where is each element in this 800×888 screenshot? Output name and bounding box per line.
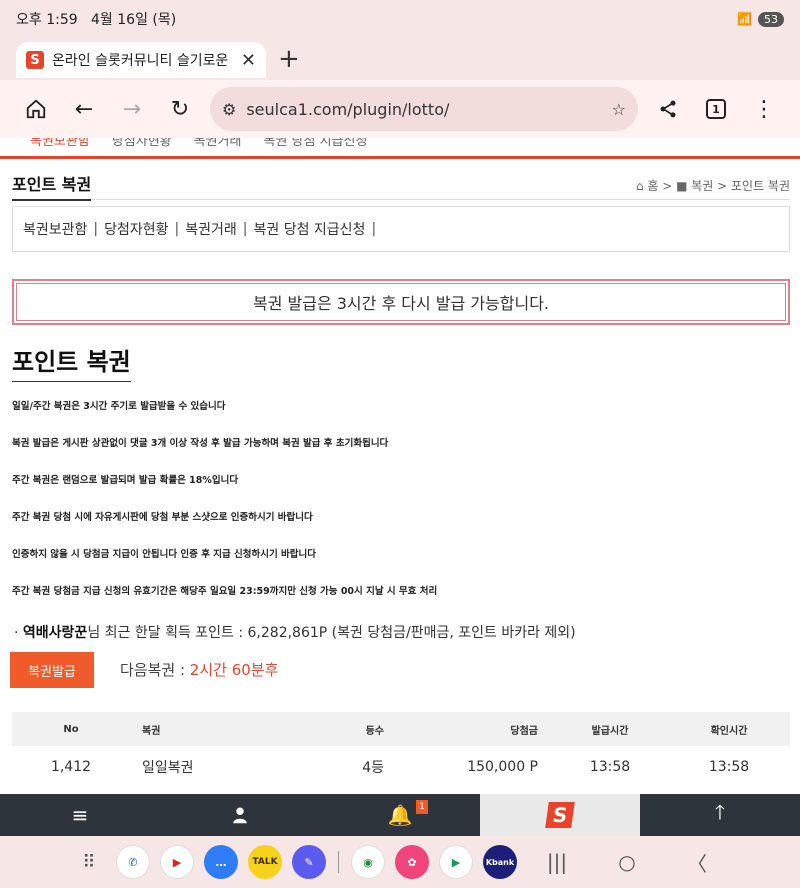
col-rank: 등수	[365, 725, 384, 737]
nav-item-winners[interactable]: 당첨자현황	[112, 138, 172, 152]
profile-button[interactable]	[160, 794, 320, 836]
notes-app-icon[interactable]: ✎	[292, 845, 326, 879]
scroll-top-button[interactable]: 🡑	[640, 794, 800, 836]
home-icon[interactable]	[12, 85, 60, 133]
user-icon	[233, 807, 247, 824]
site-logo-icon: S	[545, 802, 575, 828]
site-favicon-icon: S	[26, 51, 44, 69]
back-nav-icon[interactable]: 〈	[667, 848, 727, 877]
breadcrumb-row: 포인트 복권 ⌂ 홈 > ■ 복권 > 포인트 복권	[12, 171, 790, 201]
wifi-icon: 📶	[737, 12, 752, 26]
nav-item-storage[interactable]: 복권보관함	[30, 138, 90, 152]
gallery-app-icon[interactable]: ✿	[395, 845, 429, 879]
rule-item: 일일/주간 복권은 3시간 주기로 발급받을 수 있습니다	[12, 401, 226, 412]
table-row[interactable]: 1,412 일일복권 4등 150,000 P 13:58 13:58	[12, 746, 790, 788]
table-header: No 복권 등수 당첨금 발급시간 확인시간	[12, 712, 790, 746]
next-lotto-time: 2시간 60분후	[189, 661, 279, 679]
menu-button[interactable]: ≡	[0, 794, 160, 836]
kbank-app-icon[interactable]: Kbank	[483, 845, 517, 879]
close-tab-icon[interactable]: ✕	[241, 50, 256, 71]
breadcrumb: ⌂ 홈 > ■ 복권 > 포인트 복권	[635, 179, 790, 193]
site-settings-icon[interactable]: ⚙	[222, 100, 236, 119]
status-time: 오후 1:59	[16, 12, 78, 28]
col-lotto: 복권	[142, 725, 161, 737]
browser-toolbar: ← → ↻ ⚙ seulca1.com/plugin/lotto/ ☆ 1 ⋮	[0, 80, 800, 138]
back-icon[interactable]: ←	[60, 85, 108, 133]
more-menu-icon[interactable]: ⋮	[740, 85, 788, 133]
new-tab-icon[interactable]: +	[278, 44, 300, 74]
col-no: No	[63, 723, 79, 735]
notifications-button[interactable]: 🔔 1	[320, 794, 480, 836]
dock-divider	[338, 851, 339, 873]
reload-icon[interactable]: ↻	[156, 85, 204, 133]
home-nav-icon[interactable]: ○	[597, 850, 657, 874]
col-issued: 발급시간	[591, 725, 629, 737]
rule-item: 복권 발급은 게시판 상관없이 댓글 3개 이상 작성 후 발급 가능하며 복권…	[12, 438, 389, 449]
submenu-item-winners[interactable]: 당첨자현황	[104, 219, 168, 239]
submenu-item-trade[interactable]: 복권거래	[185, 219, 237, 239]
browser-tab[interactable]: S 온라인 슬롯커뮤니티 슬기로운 ✕	[16, 42, 266, 78]
monthly-points-info: · 역배사랑꾼님 최근 한달 획득 포인트 : 6,282,861P (복권 당…	[14, 625, 576, 641]
home-small-icon: ⌂	[635, 179, 648, 193]
app-drawer-icon[interactable]: ⠿	[72, 845, 106, 879]
points-text: 님 최근 한달 획득 포인트 : 6,282,861P (복권 당첨금/판매금,…	[87, 625, 576, 641]
rule-item: 주간 복권 당첨 시에 자유게시판에 당첨 부분 스샷으로 인증하시기 바랍니다	[12, 512, 313, 523]
issue-lotto-button[interactable]: 복권발급	[10, 652, 94, 688]
web-page: 복권보관함 당첨자현황 복권거래 복권 당첨 지급신청 포인트 복권 ⌂ 홈 >…	[0, 138, 800, 794]
rule-item: 주간 복권 당첨금 지급 신청의 유효기간은 해당주 일요일 23:59까지만 …	[12, 586, 438, 597]
page-title: 포인트 복권	[12, 342, 131, 382]
accent-divider	[0, 156, 800, 159]
col-checked: 확인시간	[710, 725, 748, 737]
site-home-button[interactable]: S	[480, 794, 640, 836]
rules-list: 일일/주간 복권은 3시간 주기로 발급받을 수 있습니다 복권 발급은 게시판…	[12, 400, 790, 622]
submenu-item-claim[interactable]: 복권 당첨 지급신청	[254, 219, 366, 239]
kakaotalk-app-icon[interactable]: TALK	[248, 845, 282, 879]
tab-strip: S 온라인 슬롯커뮤니티 슬기로운 ✕ +	[0, 38, 800, 80]
issue-cooldown-alert: 복권 발급은 3시간 후 다시 발급 가능합니다.	[12, 279, 790, 325]
lotto-submenu: 복권보관함 | 당첨자현황 | 복권거래 | 복권 당첨 지급신청 |	[12, 206, 790, 252]
status-time-date: 오후 1:59 4월 16일 (목)	[16, 9, 176, 29]
next-lotto-timer: 다음복권 : 2시간 60분후	[120, 661, 279, 679]
tab-title: 온라인 슬롯커뮤니티 슬기로운	[52, 53, 229, 69]
tab-count: 1	[706, 99, 726, 119]
arrow-up-icon: 🡑	[714, 800, 726, 824]
status-bar: 오후 1:59 4월 16일 (목) 📶 53	[0, 0, 800, 38]
username: 역배사랑꾼	[22, 625, 88, 641]
col-prize: 당첨금	[510, 725, 538, 737]
phone-app-icon[interactable]: ✆	[116, 845, 150, 879]
rule-item: 인증하지 않을 시 당첨금 지급이 안됩니다 인증 후 지급 신청하시기 바랍니…	[12, 549, 317, 560]
address-bar[interactable]: ⚙ seulca1.com/plugin/lotto/ ☆	[210, 87, 638, 131]
nav-item-trade[interactable]: 복권거래	[194, 138, 242, 152]
notification-badge: 1	[416, 800, 428, 814]
bell-icon: 🔔	[387, 803, 413, 827]
android-taskbar: ⠿ ✆ ▶ … TALK ✎ ◉ ✿ ▶ Kbank ||| ○ 〈	[0, 836, 800, 888]
alert-message: 복권 발급은 3시간 후 다시 발급 가능합니다.	[16, 283, 786, 321]
tab-switcher-button[interactable]: 1	[692, 85, 740, 133]
play-store-app-icon[interactable]: ▶	[439, 845, 473, 879]
rule-item: 주간 복권은 랜덤으로 발급되며 발급 확률은 18%입니다	[12, 475, 239, 486]
youtube-app-icon[interactable]: ▶	[160, 845, 194, 879]
lotto-table: No 복권 등수 당첨금 발급시간 확인시간 1,412 일일복권 4등 150…	[12, 712, 790, 788]
submenu-item-storage[interactable]: 복권보관함	[23, 219, 87, 239]
forward-icon[interactable]: →	[108, 85, 156, 133]
site-bottom-bar: ≡ 🔔 1 S 🡑	[0, 794, 800, 836]
nav-item-claim[interactable]: 복권 당첨 지급신청	[263, 138, 367, 152]
url-text: seulca1.com/plugin/lotto/	[246, 99, 450, 119]
chrome-app-icon[interactable]: ◉	[351, 845, 385, 879]
hamburger-icon: ≡	[71, 803, 89, 827]
site-nav-partial: 복권보관함 당첨자현황 복권거래 복권 당첨 지급신청	[0, 138, 800, 152]
battery-indicator: 53	[758, 11, 784, 27]
share-icon[interactable]	[644, 85, 692, 133]
status-date: 4월 16일 (목)	[91, 12, 177, 28]
recents-icon[interactable]: |||	[527, 850, 587, 874]
messages-app-icon[interactable]: …	[204, 845, 238, 879]
bookmark-star-icon[interactable]: ☆	[612, 100, 626, 119]
section-title: 포인트 복권	[12, 171, 92, 201]
